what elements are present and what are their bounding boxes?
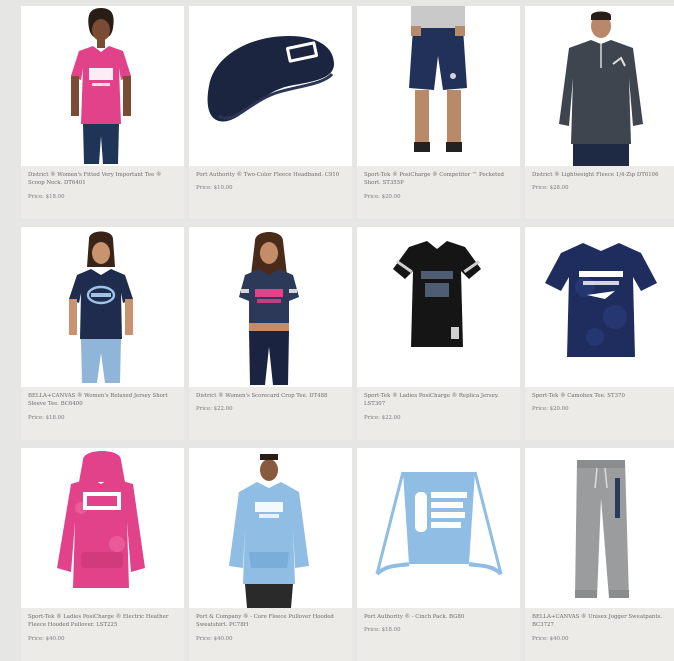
product-image[interactable] bbox=[357, 227, 520, 387]
product-image[interactable] bbox=[525, 6, 674, 166]
product-name[interactable]: Port Authority ® Two-Color Fleece Headba… bbox=[196, 171, 345, 179]
product-image[interactable] bbox=[357, 448, 520, 608]
product-name[interactable]: District ® Lightweight Fleece 1/4-Zip DT… bbox=[532, 171, 670, 179]
product-card[interactable]: Port & Company ® - Core Fleece Pullover … bbox=[189, 448, 352, 661]
product-image[interactable] bbox=[189, 227, 352, 387]
product-card[interactable]: BELLA+CANVAS ® Women's Relaxed Jersey Sh… bbox=[21, 227, 184, 440]
product-price: Price: $40.00 bbox=[28, 635, 65, 642]
product-price: Price: $22.00 bbox=[196, 406, 233, 413]
headband-icon bbox=[207, 36, 334, 122]
bag-icon bbox=[375, 471, 503, 576]
hoodie-icon bbox=[229, 454, 309, 608]
product-name[interactable]: Port Authority ® - Cinch Pack. BG80 bbox=[364, 613, 513, 621]
product-name[interactable]: BELLA+CANVAS ® Women's Relaxed Jersey Sh… bbox=[28, 392, 177, 409]
product-info: District ® Women's Fitted Very Important… bbox=[21, 166, 184, 219]
product-card[interactable]: Port Authority ® Two-Color Fleece Headba… bbox=[189, 6, 352, 219]
product-name[interactable]: Sport-Tek ® PosiCharge ® Competitor ™ Po… bbox=[364, 171, 513, 188]
product-image[interactable] bbox=[525, 448, 674, 608]
product-price: Price: $10.00 bbox=[196, 185, 233, 192]
product-info: BELLA+CANVAS ® Women's Relaxed Jersey Sh… bbox=[21, 387, 184, 440]
product-info: Port Authority ® - Cinch Pack. BG80 Pric… bbox=[357, 608, 520, 661]
product-info: BELLA+CANVAS ® Unisex Jogger Sweatpants.… bbox=[525, 608, 674, 661]
product-info: Sport-Tek ® Ladies PosiCharge ® Electric… bbox=[21, 608, 184, 661]
product-card[interactable]: Sport-Tek ® Ladies PosiCharge ® Electric… bbox=[21, 448, 184, 661]
product-name[interactable]: Sport-Tek ® Camohex Tee. ST370 bbox=[532, 392, 670, 400]
product-info: Port Authority ® Two-Color Fleece Headba… bbox=[189, 166, 352, 219]
product-info: Sport-Tek ® Camohex Tee. ST370 Price: $2… bbox=[525, 387, 674, 440]
product-card[interactable]: Port Authority ® - Cinch Pack. BG80 Pric… bbox=[357, 448, 520, 661]
product-image[interactable] bbox=[189, 6, 352, 166]
product-price: Price: $20.00 bbox=[364, 193, 401, 200]
product-price: Price: $18.00 bbox=[28, 414, 65, 421]
pants-icon bbox=[575, 460, 629, 598]
jersey-icon bbox=[393, 241, 481, 347]
hoodie-icon bbox=[57, 451, 145, 588]
product-price: Price: $18.00 bbox=[28, 193, 65, 200]
product-name[interactable]: District ® Women's Fitted Very Important… bbox=[28, 171, 177, 188]
product-card[interactable]: Sport-Tek ® PosiCharge ® Competitor ™ Po… bbox=[357, 6, 520, 219]
product-card[interactable]: District ® Women's Scorecard Crop Tee. D… bbox=[189, 227, 352, 440]
product-image[interactable] bbox=[21, 6, 184, 166]
shirt-icon bbox=[71, 8, 131, 164]
product-name[interactable]: Port & Company ® - Core Fleece Pullover … bbox=[196, 613, 345, 630]
product-card[interactable]: BELLA+CANVAS ® Unisex Jogger Sweatpants.… bbox=[525, 448, 674, 661]
product-price: Price: $28.00 bbox=[532, 185, 569, 192]
quarter-zip-icon bbox=[559, 11, 643, 166]
product-price: Price: $22.00 bbox=[364, 414, 401, 421]
shirt-icon bbox=[69, 231, 133, 383]
product-info: Port & Company ® - Core Fleece Pullover … bbox=[189, 608, 352, 661]
product-price: Price: $18.00 bbox=[364, 627, 401, 634]
shirt-icon bbox=[545, 243, 657, 357]
shorts-icon bbox=[409, 6, 467, 152]
product-image[interactable] bbox=[357, 6, 520, 166]
product-info: Sport-Tek ® Ladies PosiCharge ® Replica … bbox=[357, 387, 520, 440]
product-name[interactable]: Sport-Tek ® Ladies PosiCharge ® Electric… bbox=[28, 613, 177, 630]
product-price: Price: $40.00 bbox=[196, 635, 233, 642]
product-info: Sport-Tek ® PosiCharge ® Competitor ™ Po… bbox=[357, 166, 520, 219]
product-card[interactable]: District ® Lightweight Fleece 1/4-Zip DT… bbox=[525, 6, 674, 219]
product-card[interactable]: District ® Women's Fitted Very Important… bbox=[21, 6, 184, 219]
product-info: District ® Women's Scorecard Crop Tee. D… bbox=[189, 387, 352, 440]
product-info: District ® Lightweight Fleece 1/4-Zip DT… bbox=[525, 166, 674, 219]
product-name[interactable]: BELLA+CANVAS ® Unisex Jogger Sweatpants.… bbox=[532, 613, 670, 630]
product-grid: District ® Women's Fitted Very Important… bbox=[21, 6, 674, 661]
product-name[interactable]: Sport-Tek ® Ladies PosiCharge ® Replica … bbox=[364, 392, 513, 409]
product-price: Price: $20.00 bbox=[532, 406, 569, 413]
product-price: Price: $40.00 bbox=[532, 635, 569, 642]
product-card[interactable]: Sport-Tek ® Ladies PosiCharge ® Replica … bbox=[357, 227, 520, 440]
shirt-icon bbox=[239, 232, 299, 385]
product-image[interactable] bbox=[525, 227, 674, 387]
product-image[interactable] bbox=[189, 448, 352, 608]
product-image[interactable] bbox=[21, 448, 184, 608]
product-card[interactable]: Sport-Tek ® Camohex Tee. ST370 Price: $2… bbox=[525, 227, 674, 440]
product-name[interactable]: District ® Women's Scorecard Crop Tee. D… bbox=[196, 392, 345, 400]
product-image[interactable] bbox=[21, 227, 184, 387]
